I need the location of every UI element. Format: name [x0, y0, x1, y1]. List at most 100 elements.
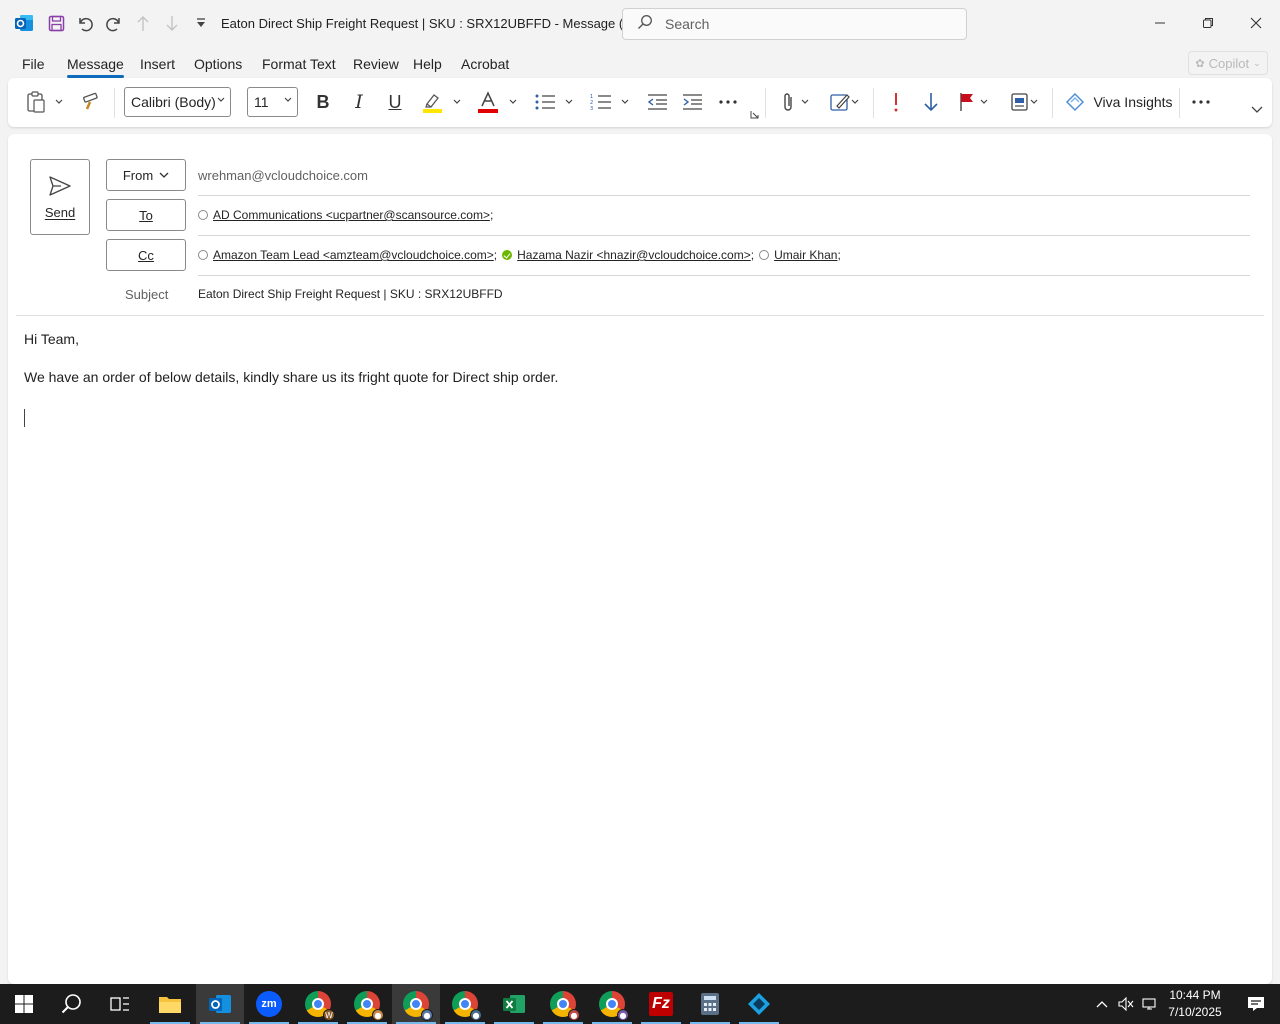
more-options-button[interactable] — [1188, 88, 1214, 116]
separator — [1179, 88, 1180, 118]
dialog-launcher-button[interactable] — [748, 108, 760, 120]
body-greeting: Hi Team, — [24, 331, 79, 347]
chrome-icon: ● — [403, 991, 433, 1021]
viva-insights-button[interactable]: Viva Insights — [1064, 88, 1174, 116]
follow-up-dropdown[interactable] — [978, 88, 990, 116]
recipient-chip[interactable]: Hazama Nazir <hnazir@vcloudchoice.com> — [502, 248, 751, 262]
high-importance-button[interactable] — [884, 88, 908, 116]
taskbar-remote-desktop[interactable] — [735, 984, 783, 1024]
attach-dropdown[interactable] — [799, 88, 811, 116]
clock[interactable]: 10:44 PM 7/10/2025 — [1160, 987, 1230, 1021]
highlight-dropdown[interactable] — [451, 88, 463, 116]
subject-input[interactable]: Eaton Direct Ship Freight Request | SKU … — [198, 287, 503, 301]
taskbar-search-button[interactable] — [48, 984, 96, 1024]
show-hidden-icons-button[interactable] — [1090, 984, 1114, 1024]
next-item-icon[interactable] — [159, 10, 185, 36]
numbering-dropdown[interactable] — [619, 88, 631, 116]
message-body[interactable]: Hi Team, We have an order of below detai… — [24, 332, 558, 408]
from-button[interactable]: From — [106, 159, 186, 191]
tab-file[interactable]: File — [22, 56, 45, 72]
send-button[interactable]: Send — [30, 159, 90, 235]
close-button[interactable] — [1232, 0, 1280, 46]
search-input[interactable] — [665, 16, 925, 32]
font-name-value: Calibri (Body) — [131, 94, 216, 110]
font-size-select[interactable]: 11 — [247, 87, 298, 117]
sensitivity-dropdown[interactable] — [1028, 88, 1040, 116]
tab-format-text[interactable]: Format Text — [262, 56, 336, 72]
attach-file-button[interactable] — [776, 88, 800, 116]
numbered-list-icon: 123 — [590, 94, 611, 111]
restore-button[interactable] — [1184, 0, 1232, 46]
previous-item-icon[interactable] — [130, 10, 156, 36]
taskbar-filezilla[interactable]: Fz — [637, 984, 685, 1024]
font-color-button[interactable] — [474, 88, 502, 116]
underline-button[interactable]: U — [382, 88, 408, 116]
recipient-chip[interactable]: Umair Khan — [759, 248, 837, 262]
paste-button[interactable] — [22, 88, 50, 116]
minimize-button[interactable] — [1136, 0, 1184, 46]
taskbar-chrome-profile-1[interactable]: W — [294, 984, 342, 1024]
cc-field[interactable]: Amazon Team Lead <amzteam@vcloudchoice.c… — [198, 248, 846, 262]
italic-button[interactable]: I — [346, 88, 372, 116]
cc-button[interactable]: Cc — [106, 239, 186, 271]
font-name-select[interactable]: Calibri (Body) — [124, 87, 231, 117]
font-color-dropdown[interactable] — [507, 88, 519, 116]
copilot-label: Copilot — [1208, 55, 1250, 71]
italic-icon: I — [355, 91, 363, 113]
tab-review[interactable]: Review — [353, 56, 399, 72]
to-field[interactable]: AD Communications <ucpartner@scansource.… — [198, 208, 498, 222]
tab-insert[interactable]: Insert — [140, 56, 175, 72]
to-button[interactable]: To — [106, 199, 186, 231]
format-painter-button[interactable] — [78, 88, 104, 116]
taskbar-zoom[interactable]: zm — [245, 984, 293, 1024]
follow-up-button[interactable] — [956, 88, 978, 116]
bullets-dropdown[interactable] — [563, 88, 575, 116]
redo-icon[interactable] — [101, 10, 127, 36]
remote-desktop-icon — [748, 993, 770, 1015]
taskbar-calculator[interactable] — [686, 984, 734, 1024]
undo-icon[interactable] — [72, 10, 98, 36]
customize-toolbar-icon[interactable] — [188, 10, 214, 36]
search-icon — [637, 14, 653, 35]
taskbar-chrome-profile-3[interactable]: ● — [392, 984, 440, 1024]
task-view-button[interactable] — [96, 984, 144, 1024]
collapse-ribbon-button[interactable] — [1248, 102, 1266, 118]
presence-available-icon — [502, 250, 513, 260]
tab-acrobat[interactable]: Acrobat — [461, 56, 509, 72]
bold-button[interactable]: B — [310, 88, 336, 116]
decrease-indent-button[interactable] — [644, 88, 670, 116]
bullet-list-icon — [535, 94, 555, 110]
tab-options[interactable]: Options — [194, 56, 242, 72]
taskbar-outlook[interactable] — [196, 984, 244, 1024]
volume-muted-icon — [1118, 997, 1134, 1011]
taskbar-chrome-profile-5[interactable]: ● — [539, 984, 587, 1024]
recipient-chip[interactable]: Amazon Team Lead <amzteam@vcloudchoice.c… — [198, 248, 494, 262]
increase-indent-button[interactable] — [679, 88, 705, 116]
excel-icon — [503, 995, 525, 1013]
recipient-chip[interactable]: AD Communications <ucpartner@scansource.… — [198, 208, 490, 222]
more-formatting-button[interactable] — [715, 88, 741, 116]
taskbar-chrome-profile-6[interactable]: ● — [588, 984, 636, 1024]
search-box[interactable] — [622, 8, 967, 40]
numbering-button[interactable]: 123 — [588, 88, 614, 116]
copilot-button[interactable]: ✿ Copilot ⌄ — [1188, 51, 1268, 75]
taskbar-chrome-profile-4[interactable]: ● — [441, 984, 489, 1024]
highlight-button[interactable] — [418, 88, 446, 116]
taskbar-excel[interactable] — [490, 984, 538, 1024]
save-icon[interactable] — [43, 10, 69, 36]
chevron-up-icon — [1096, 1001, 1108, 1008]
chevron-down-icon — [1030, 99, 1038, 104]
low-importance-button[interactable] — [919, 88, 943, 116]
tab-help[interactable]: Help — [413, 56, 442, 72]
tab-message[interactable]: Message — [67, 56, 124, 78]
network-button[interactable] — [1138, 984, 1162, 1024]
taskbar-file-explorer[interactable] — [146, 984, 194, 1024]
notifications-button[interactable] — [1232, 984, 1280, 1024]
paste-dropdown[interactable] — [52, 88, 66, 116]
bullets-button[interactable] — [532, 88, 558, 116]
taskbar-chrome-profile-2[interactable]: ● — [343, 984, 391, 1024]
volume-button[interactable] — [1114, 984, 1138, 1024]
signature-dropdown[interactable] — [849, 88, 861, 116]
start-button[interactable] — [0, 984, 48, 1024]
recipient-name: AD Communications <ucpartner@scansource.… — [213, 208, 490, 222]
